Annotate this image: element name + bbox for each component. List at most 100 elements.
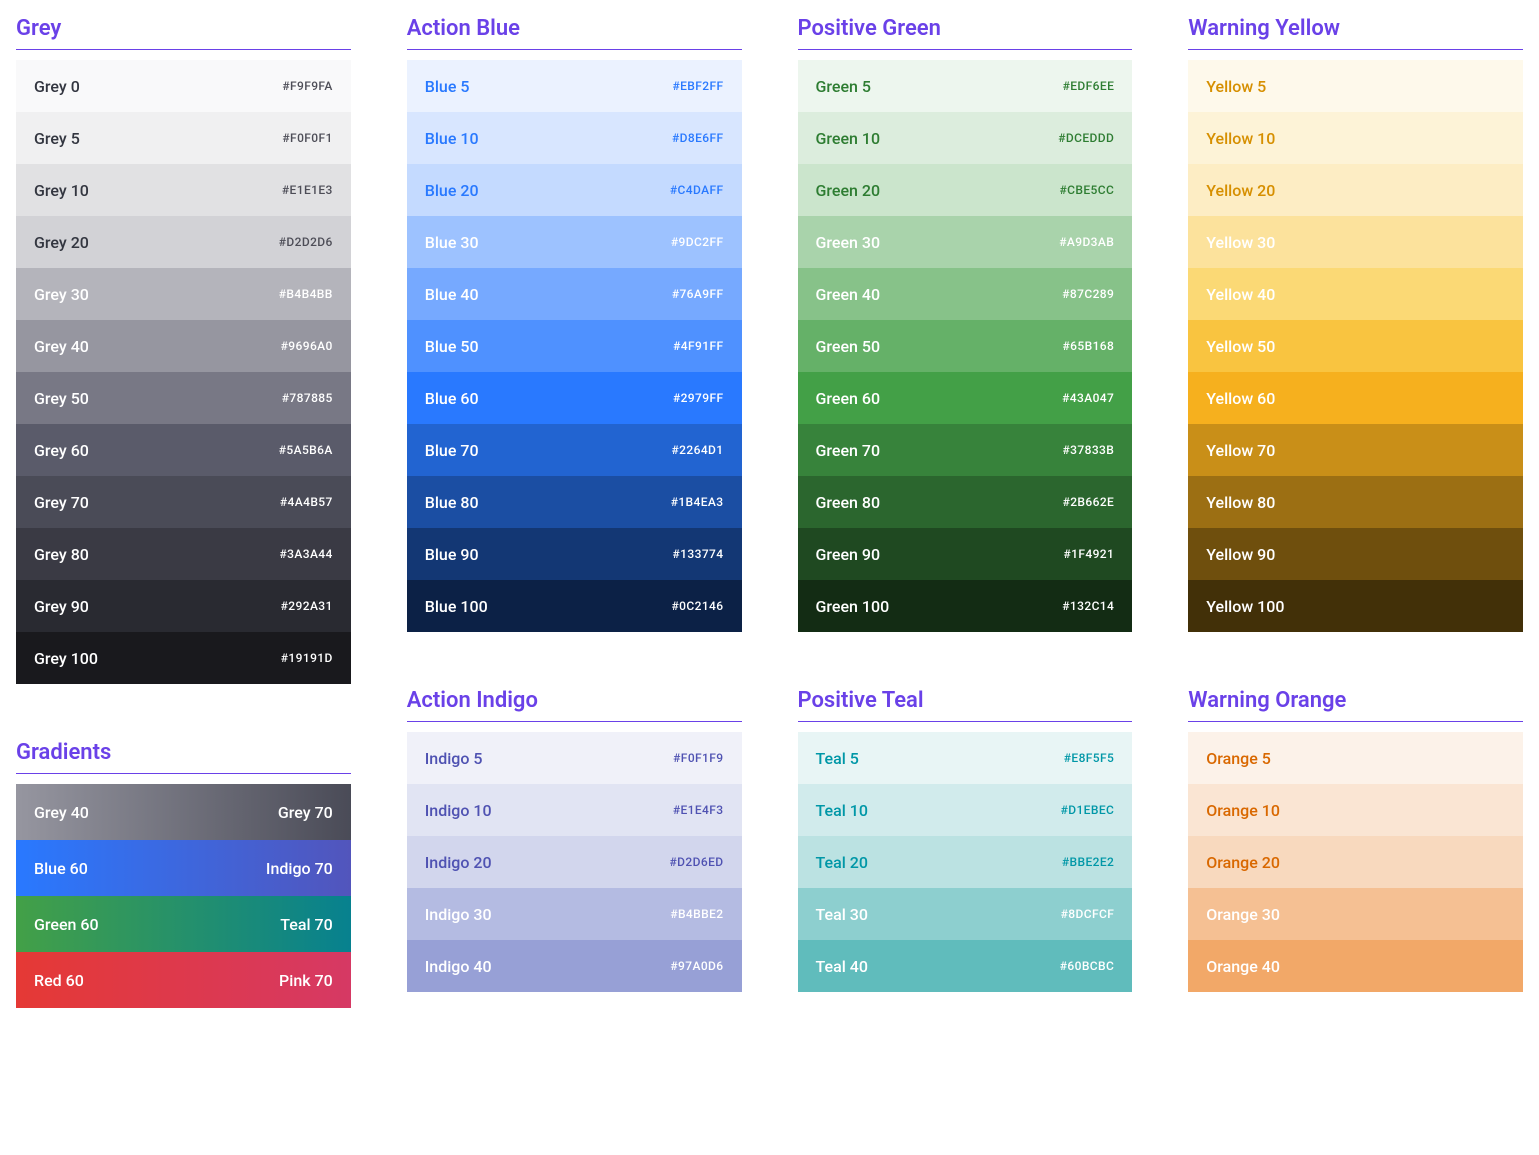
swatch-hex: #EDF6EE [1063,79,1115,93]
color-swatch[interactable]: Grey 40#9696A0 [16,320,351,372]
swatch-label: Teal 30 [816,905,868,924]
color-swatch[interactable]: Blue 5#EBF2FF [407,60,742,112]
swatch-hex: #A9D3AB [1059,235,1114,249]
color-swatch[interactable]: Teal 5#E8F5F5 [798,732,1133,784]
swatch-hex: #F0F1F9 [673,751,723,765]
swatch-label: Yellow 70 [1206,441,1275,460]
swatch-hex: #2B662E [1063,495,1115,509]
color-swatch[interactable]: Green 10#DCEDDD [798,112,1133,164]
color-swatch[interactable]: Green 80#2B662E [798,476,1133,528]
swatch-hex: #4F91FF [673,339,723,353]
color-swatch[interactable]: Yellow 100 [1188,580,1523,632]
color-swatch[interactable]: Green 40#87C289 [798,268,1133,320]
palette-group-title: Action Blue [407,16,742,50]
gradient-swatch[interactable]: Red 60Pink 70 [16,952,351,1008]
color-swatch[interactable]: Blue 50#4F91FF [407,320,742,372]
swatch-label: Yellow 20 [1206,181,1275,200]
swatch-hex: #E1E1E3 [282,183,333,197]
gradient-right-label: Indigo 70 [266,859,333,878]
color-swatch[interactable]: Grey 50#787885 [16,372,351,424]
swatch-label: Indigo 10 [425,801,492,820]
color-swatch[interactable]: Grey 20#D2D2D6 [16,216,351,268]
color-swatch[interactable]: Indigo 30#B4BBE2 [407,888,742,940]
palette-group-title: Grey [16,16,351,50]
palette-group-title: Warning Yellow [1188,16,1523,50]
color-swatch[interactable]: Grey 70#4A4B57 [16,476,351,528]
color-swatch[interactable]: Grey 0#F9F9FA [16,60,351,112]
color-swatch[interactable]: Blue 10 #D8E6FF [407,112,742,164]
color-swatch[interactable]: Yellow 50 [1188,320,1523,372]
gradient-swatch[interactable]: Blue 60Indigo 70 [16,840,351,896]
color-swatch[interactable]: Grey 10#E1E1E3 [16,164,351,216]
color-swatch[interactable]: Blue 100#0C2146 [407,580,742,632]
color-swatch[interactable]: Orange 40 [1188,940,1523,992]
color-swatch[interactable]: Yellow 40 [1188,268,1523,320]
color-swatch[interactable]: Grey 60#5A5B6A [16,424,351,476]
color-swatch[interactable]: Green 90#1F4921 [798,528,1133,580]
color-swatch[interactable]: Grey 90#292A31 [16,580,351,632]
swatch-label: Yellow 60 [1206,389,1275,408]
swatch-label: Grey 90 [34,597,89,616]
swatch-hex: #D8E6FF [672,131,724,145]
color-swatch[interactable]: Yellow 80 [1188,476,1523,528]
color-swatch[interactable]: Grey 30#B4B4BB [16,268,351,320]
gradient-swatch[interactable]: Green 60Teal 70 [16,896,351,952]
color-swatch[interactable]: Grey 80#3A3A44 [16,528,351,580]
color-swatch[interactable]: Blue 20#C4DAFF [407,164,742,216]
color-swatch[interactable]: Yellow 70 [1188,424,1523,476]
color-swatch[interactable]: Yellow 20 [1188,164,1523,216]
swatch-hex: #E1E4F3 [673,803,724,817]
color-swatch[interactable]: Blue 70#2264D1 [407,424,742,476]
palette-group: Action Indigo Indigo 5 #F0F1F9 Indigo 10 #E1… [407,688,742,992]
color-swatch[interactable]: Green 60#43A047 [798,372,1133,424]
gradient-right-label: Grey 70 [278,803,333,822]
color-swatch[interactable]: Green 5#EDF6EE [798,60,1133,112]
swatch-label: Blue 100 [425,597,488,616]
swatch-label: Green 70 [816,441,881,460]
swatch-label: Blue 30 [425,233,479,252]
swatch-label: Indigo 5 [425,749,483,768]
color-swatch[interactable]: Yellow 10 [1188,112,1523,164]
palette-group-title: Action Indigo [407,688,742,722]
color-swatch[interactable]: Yellow 90 [1188,528,1523,580]
color-swatch[interactable]: Green 20#CBE5CC [798,164,1133,216]
color-swatch[interactable]: Orange 5 [1188,732,1523,784]
color-swatch[interactable]: Orange 30 [1188,888,1523,940]
color-swatch[interactable]: Blue 40#76A9FF [407,268,742,320]
swatch-hex: #1B4EA3 [671,495,724,509]
color-swatch[interactable]: Blue 60#2979FF [407,372,742,424]
color-swatch[interactable]: Blue 80 #1B4EA3 [407,476,742,528]
color-swatch[interactable]: Teal 40#60BCBC [798,940,1133,992]
color-swatch[interactable]: Teal 20#BBE2E2 [798,836,1133,888]
palette-group: Warning Yellow Yellow 5Yellow 10 Yellow 20… [1188,16,1523,632]
color-swatch[interactable]: Orange 20 [1188,836,1523,888]
color-swatch[interactable]: Grey 100#19191D [16,632,351,684]
color-swatch[interactable]: Green 50#65B168 [798,320,1133,372]
color-swatch[interactable]: Yellow 5 [1188,60,1523,112]
swatch-label: Blue 80 [425,493,479,512]
color-swatch[interactable]: Indigo 10 #E1E4F3 [407,784,742,836]
color-swatch[interactable]: Grey 5#F0F0F1 [16,112,351,164]
color-swatch[interactable]: Indigo 5 #F0F1F9 [407,732,742,784]
swatch-label: Yellow 50 [1206,337,1275,356]
color-swatch[interactable]: Teal 30#8DCFCF [798,888,1133,940]
swatch-hex: #1F4921 [1064,547,1115,561]
color-swatch[interactable]: Green 30#A9D3AB [798,216,1133,268]
palette-group: Positive GreenGreen 5#EDF6EEGreen 10#DCE… [798,16,1133,632]
color-swatch[interactable]: Yellow 30 [1188,216,1523,268]
swatch-label: Teal 5 [816,749,859,768]
swatch-label: Yellow 80 [1206,493,1275,512]
color-swatch[interactable]: Blue 30#9DC2FF [407,216,742,268]
swatch-hex: #BBE2E2 [1062,855,1114,869]
color-swatch[interactable]: Teal 10#D1EBEC [798,784,1133,836]
color-swatch[interactable]: Green 70#37833B [798,424,1133,476]
color-swatch[interactable]: Yellow 60 [1188,372,1523,424]
color-swatch[interactable]: Indigo 40#97A0D6 [407,940,742,992]
gradient-swatch[interactable]: Grey 40Grey 70 [16,784,351,840]
swatch-label: Green 60 [816,389,881,408]
color-swatch[interactable]: Orange 10 [1188,784,1523,836]
color-swatch[interactable]: Indigo 20#D2D6ED [407,836,742,888]
color-swatch[interactable]: Blue 90#133774 [407,528,742,580]
color-swatch[interactable]: Green 100#132C14 [798,580,1133,632]
swatch-label: Blue 10 [425,129,479,148]
